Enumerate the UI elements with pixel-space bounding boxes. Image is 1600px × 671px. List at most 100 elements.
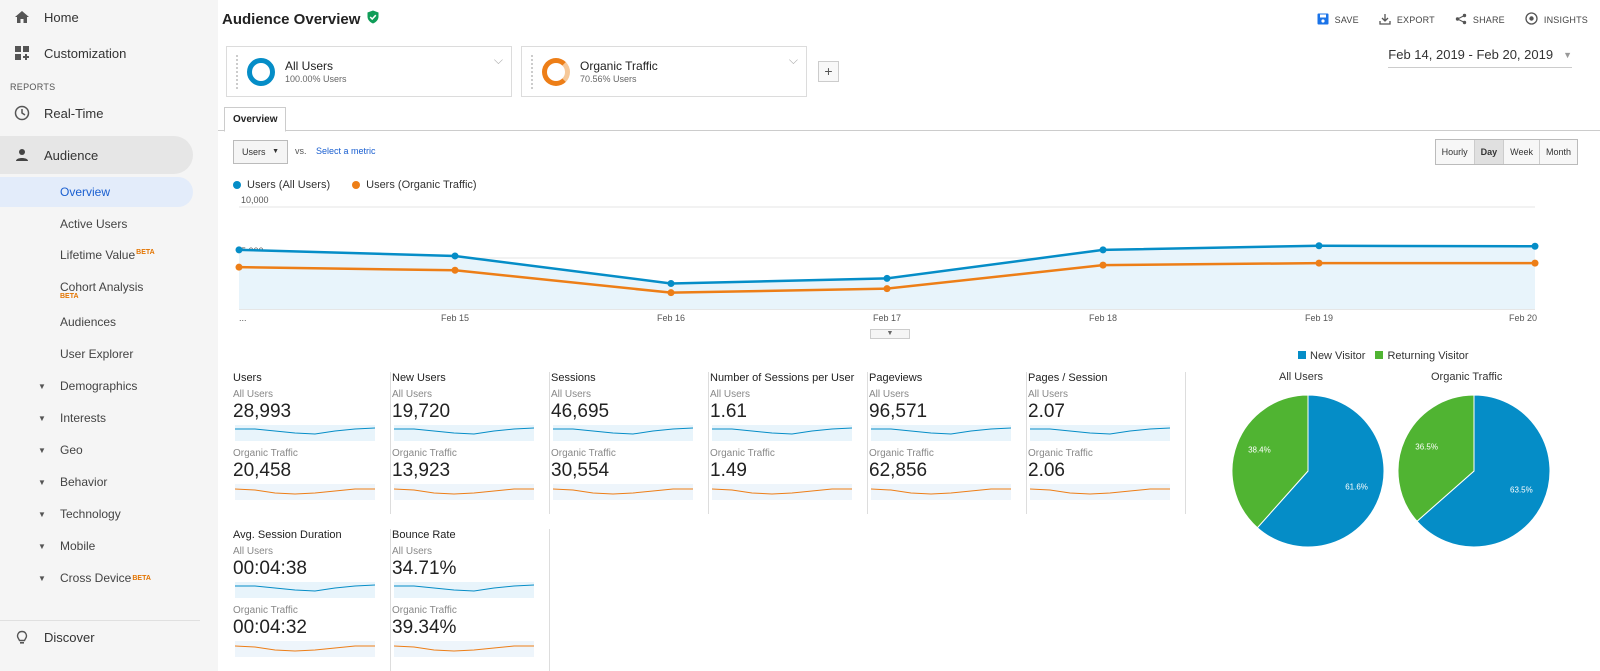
nav-technology[interactable]: ▼ Technology	[38, 507, 121, 521]
nav-interests[interactable]: ▼ Interests	[38, 411, 106, 425]
date-range-picker[interactable]: Feb 14, 2019 - Feb 20, 2019 ▼	[1388, 47, 1572, 68]
metric-select[interactable]: Users ▼	[233, 140, 288, 164]
data-point[interactable]	[667, 289, 675, 297]
legend-item-all-users[interactable]: Users (All Users)	[233, 179, 330, 191]
verified-check-icon	[366, 10, 380, 28]
save-icon	[1317, 13, 1329, 28]
nav-active-users[interactable]: Active Users	[60, 217, 127, 231]
chart-resize-handle[interactable]: ▼	[870, 329, 910, 339]
segment-organic-traffic[interactable]: Organic Traffic 70.56% Users ⌵	[521, 46, 807, 97]
nav-customization[interactable]: Customization	[0, 36, 200, 70]
data-point[interactable]	[235, 263, 243, 271]
metric-card[interactable]: Users All Users 28,993 Organic Traffic 20,45…	[233, 372, 391, 514]
period-month-button[interactable]: Month	[1538, 140, 1577, 164]
nav-audience[interactable]: Audience	[0, 138, 200, 172]
metric-segment-label: Organic Traffic	[551, 448, 616, 459]
metric-value-all-users: 46,695	[551, 401, 610, 422]
pie-label-returning-visitor: 36.5%	[1415, 443, 1438, 452]
pie-label-new-visitor: 61.6%	[1345, 483, 1368, 492]
metric-value-organic: 1.49	[710, 460, 747, 481]
chart-legend: Users (All Users) Users (Organic Traffic…	[233, 179, 477, 191]
nav-interests-label: Interests	[60, 411, 107, 425]
pie-label-new-visitor: 63.5%	[1510, 485, 1533, 494]
nav-realtime-label: Real-Time	[44, 105, 104, 121]
period-hourly-button[interactable]: Hourly	[1435, 140, 1474, 164]
data-point[interactable]	[235, 246, 243, 254]
nav-behavior[interactable]: ▼ Behavior	[38, 475, 107, 489]
sparkline-organic	[871, 484, 1011, 500]
nav-audiences[interactable]: Audiences	[60, 315, 116, 329]
nav-user-explorer[interactable]: User Explorer	[60, 347, 133, 361]
metric-card[interactable]: Number of Sessions per User All Users 1.61…	[710, 372, 868, 514]
nav-demographics[interactable]: ▼ Demographics	[38, 379, 137, 393]
data-point[interactable]	[1315, 259, 1323, 267]
data-point[interactable]	[1315, 242, 1323, 250]
page-title-text: Audience Overview	[222, 10, 361, 28]
insights-icon	[1525, 12, 1538, 28]
nav-cross-device[interactable]: ▼ Cross Device BETA	[38, 571, 151, 585]
expand-caret-icon: ▼	[38, 541, 46, 551]
x-tick-label: Feb 19	[1305, 313, 1333, 323]
metric-value-organic: 20,458	[233, 460, 292, 481]
nav-geo[interactable]: ▼ Geo	[38, 443, 83, 457]
metric-value-organic: 00:04:32	[233, 617, 307, 638]
dropdown-arrow-icon: ▼	[272, 148, 279, 155]
metric-title: Avg. Session Duration	[233, 529, 342, 541]
dropdown-arrow-icon: ▼	[1563, 49, 1572, 60]
nav-cohort-analysis[interactable]: Cohort Analysis	[60, 280, 143, 294]
data-point[interactable]	[1099, 246, 1107, 254]
metric-card[interactable]: Pages / Session All Users 2.07 Organic Traf…	[1028, 372, 1186, 514]
sparkline-all-users	[553, 425, 693, 441]
data-point[interactable]	[1531, 259, 1539, 267]
drag-handle[interactable]	[236, 55, 240, 89]
metric-value-organic: 39.34%	[392, 617, 457, 638]
nav-discover[interactable]: Discover	[0, 620, 200, 654]
data-point[interactable]	[1099, 261, 1107, 269]
metric-segment-label: Organic Traffic	[233, 605, 298, 616]
nav-realtime[interactable]: Real-Time	[0, 96, 200, 130]
chevron-down-icon[interactable]: ⌵	[789, 53, 798, 68]
share-button[interactable]: SHARE	[1455, 12, 1505, 28]
nav-mobile[interactable]: ▼ Mobile	[38, 539, 95, 553]
tab-overview[interactable]: Overview	[224, 107, 287, 132]
x-tick-label: Feb 15	[441, 313, 469, 323]
sparkline-organic	[1030, 484, 1170, 500]
nav-demographics-label: Demographics	[60, 379, 138, 393]
dashboard-icon	[0, 45, 44, 61]
segment-name: All Users	[285, 59, 334, 73]
data-point[interactable]	[883, 285, 891, 293]
metric-card[interactable]: Pageviews All Users 96,571 Organic Traffic 6…	[869, 372, 1027, 514]
data-point[interactable]	[1531, 242, 1539, 250]
data-point[interactable]	[451, 266, 459, 274]
data-point[interactable]	[667, 280, 675, 287]
export-button[interactable]: EXPORT	[1379, 12, 1435, 28]
period-week-button[interactable]: Week	[1503, 140, 1539, 164]
insights-button[interactable]: INSIGHTS	[1525, 12, 1588, 28]
drag-handle[interactable]	[531, 55, 535, 89]
metric-card[interactable]: Sessions All Users 46,695 Organic Traffic 30…	[551, 372, 709, 514]
add-segment-button[interactable]: +	[818, 61, 839, 82]
save-button[interactable]: SAVE	[1317, 12, 1359, 28]
sparkline-organic	[712, 484, 852, 500]
segment-all-users[interactable]: All Users 100.00% Users ⌵	[226, 46, 512, 97]
data-point[interactable]	[451, 252, 459, 260]
data-point[interactable]	[883, 274, 891, 282]
sparkline-all-users	[394, 582, 534, 598]
metric-card[interactable]: Bounce Rate All Users 34.71% Organic Traffi…	[392, 529, 550, 671]
nav-overview[interactable]: Overview	[60, 185, 110, 199]
sparkline-all-users	[235, 425, 375, 441]
metric-card[interactable]: Avg. Session Duration All Users 00:04:38 Or…	[233, 529, 391, 671]
legend-dot	[233, 180, 241, 189]
sidebar: Home Customization REPORTS Real-Time Aud…	[0, 0, 218, 671]
legend-item-organic[interactable]: Users (Organic Traffic)	[352, 179, 477, 191]
metric-segment-label: All Users	[233, 389, 274, 400]
period-day-button[interactable]: Day	[1473, 140, 1504, 164]
x-tick-label: Feb 20	[1509, 313, 1537, 323]
nav-lifetime-value[interactable]: Lifetime ValueBETA	[60, 248, 155, 262]
metric-segment-label: All Users	[869, 389, 910, 400]
nav-home[interactable]: Home	[0, 0, 200, 34]
select-metric-link[interactable]: Select a metric	[316, 146, 376, 156]
segment-percent: 100.00% Users	[285, 74, 347, 84]
metric-card[interactable]: New Users All Users 19,720 Organic Traffic 1…	[392, 372, 550, 514]
chevron-down-icon[interactable]: ⌵	[494, 53, 503, 68]
